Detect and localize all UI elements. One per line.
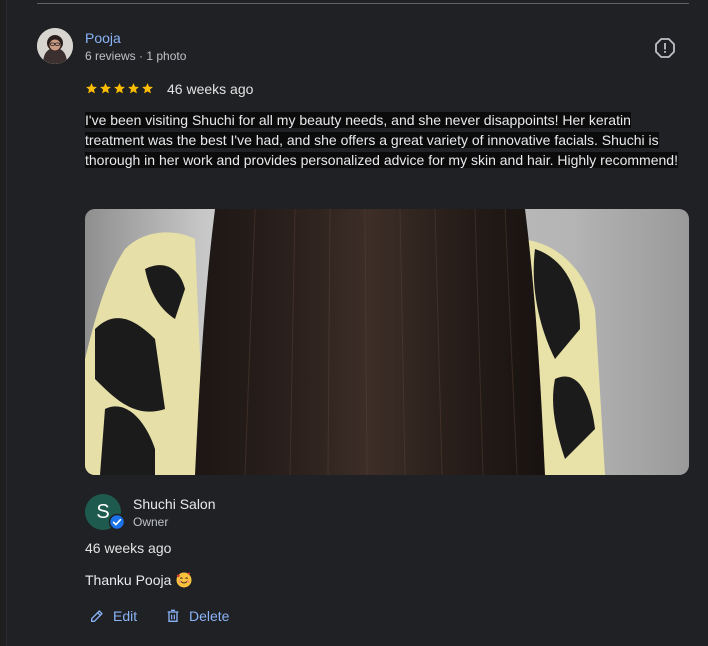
star-icon <box>142 83 153 94</box>
reply-text-body: Thanku Pooja <box>85 572 172 588</box>
star-rating <box>85 82 154 98</box>
review-panel: Pooja 6 reviews · 1 photo 46 weeks ago I… <box>6 0 708 646</box>
star-icon <box>128 83 139 94</box>
reply-text: Thanku Pooja <box>85 571 193 589</box>
review-text: I've been visiting Shuchi for all my bea… <box>85 110 685 170</box>
smiling-face-with-hearts-emoji <box>176 572 192 588</box>
reviewer-meta: 6 reviews · 1 photo <box>85 49 187 63</box>
review-age: 46 weeks ago <box>167 81 254 97</box>
star-icon <box>100 83 111 94</box>
delete-label: Delete <box>189 608 230 624</box>
delete-button[interactable]: Delete <box>165 605 229 627</box>
edit-label: Edit <box>113 608 138 624</box>
owner-role: Owner <box>133 515 169 529</box>
report-icon[interactable] <box>653 36 677 60</box>
edit-button[interactable]: Edit <box>89 605 137 627</box>
star-icon <box>86 83 97 94</box>
star-icon <box>114 83 125 94</box>
reviewer-name[interactable]: Pooja <box>85 30 121 46</box>
trash-icon <box>167 609 179 622</box>
verified-badge-icon <box>108 513 126 531</box>
reviewer-avatar[interactable] <box>37 28 73 64</box>
reply-age: 46 weeks ago <box>85 540 172 556</box>
pencil-icon <box>91 610 103 622</box>
review-photo[interactable] <box>85 209 689 475</box>
owner-name: Shuchi Salon <box>133 496 216 512</box>
review-text-body: I've been visiting Shuchi for all my bea… <box>85 112 678 168</box>
divider <box>37 3 689 4</box>
